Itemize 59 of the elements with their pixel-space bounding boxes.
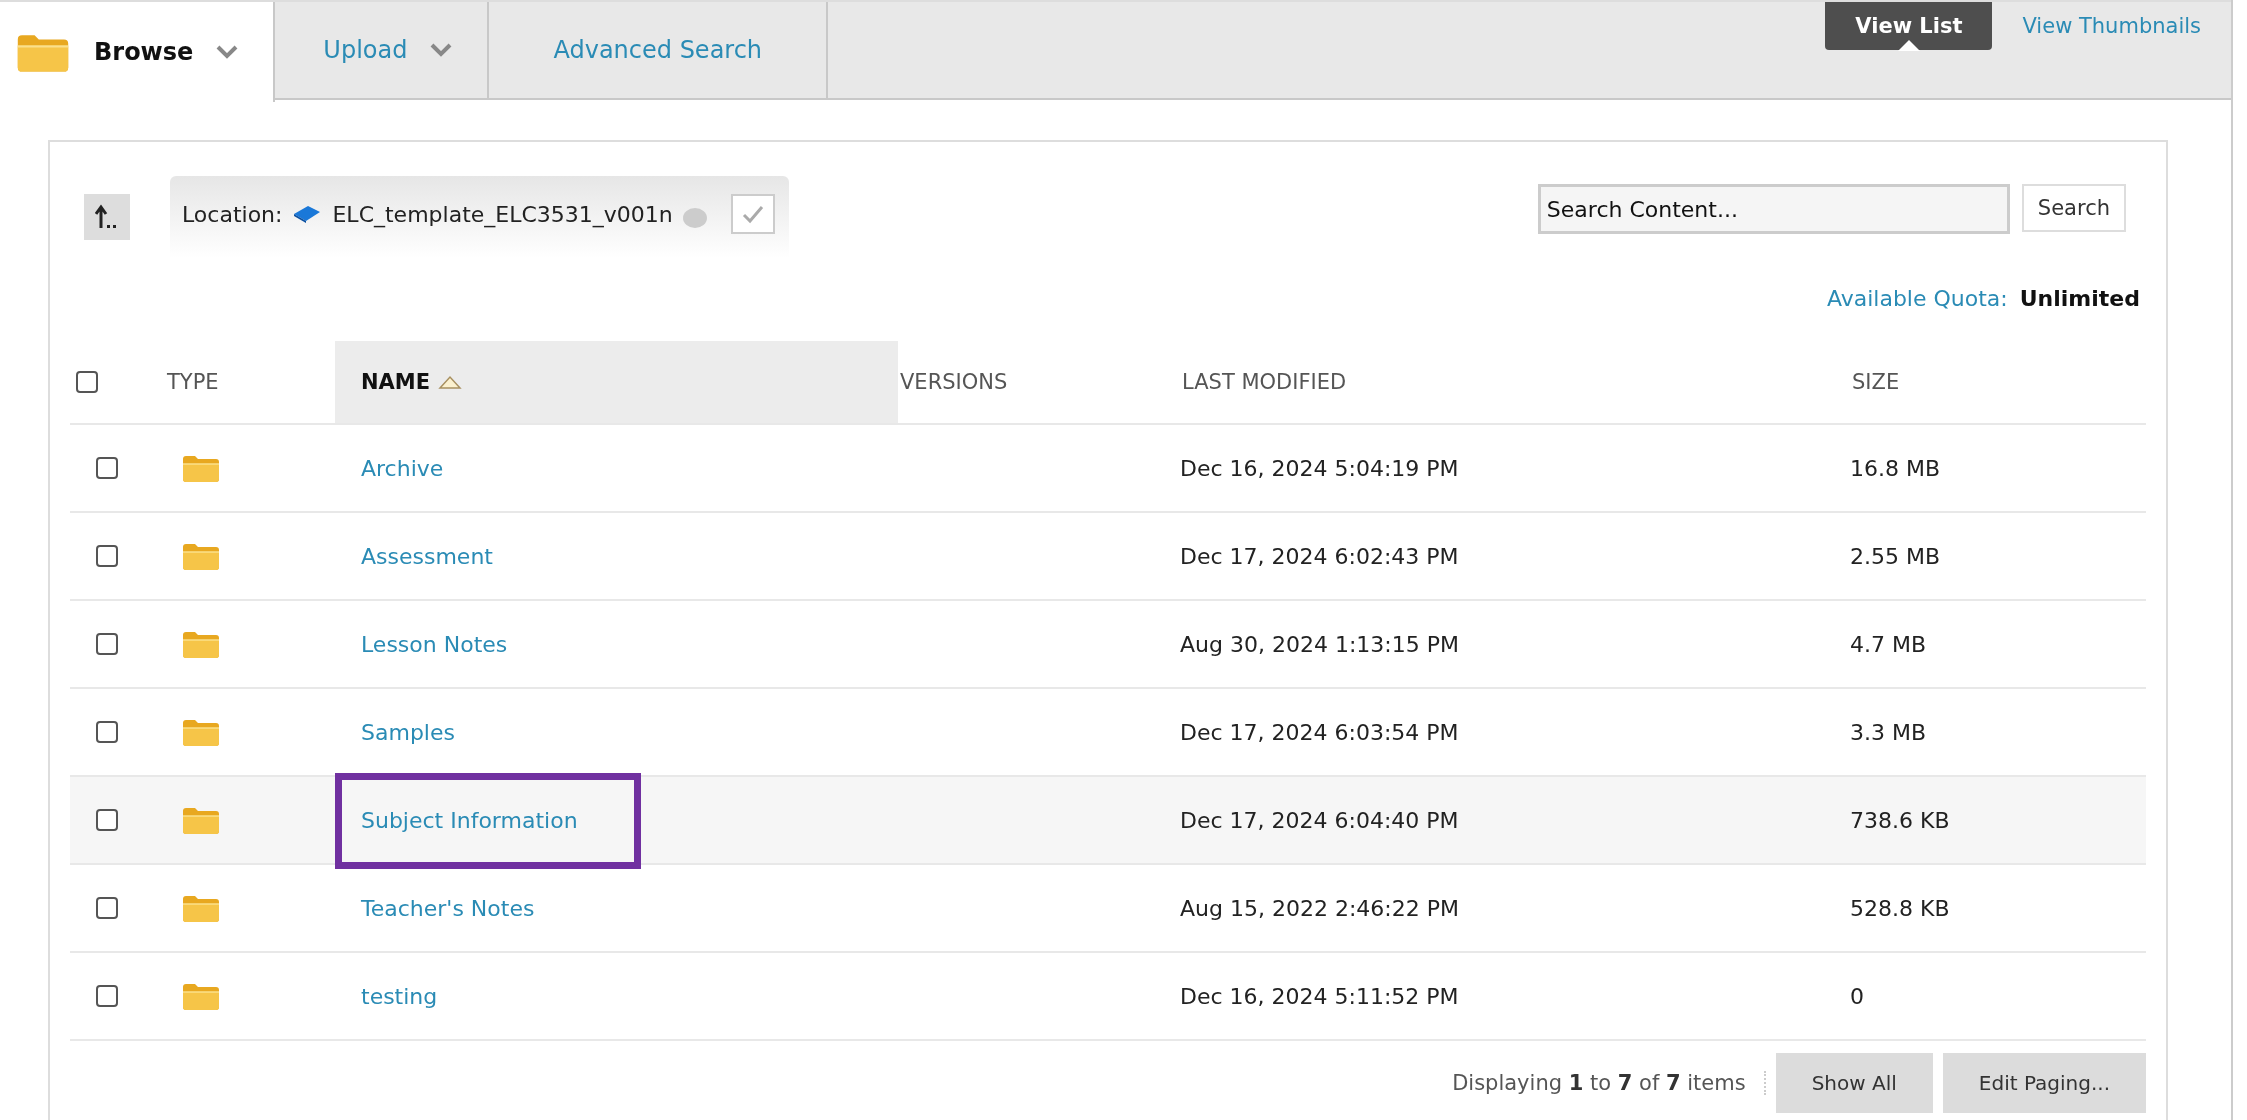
- table-cell: 0: [1850, 983, 1864, 1009]
- file-name-link[interactable]: Subject Information: [335, 807, 578, 833]
- checkbox[interactable]: [96, 985, 118, 1007]
- folder-icon: [181, 453, 221, 483]
- folder-up-button[interactable]: [84, 194, 130, 240]
- paging-summary: Displaying 1 to 7 of 7 items: [1452, 1071, 1766, 1095]
- table-cell: 2.55 MB: [1850, 543, 1941, 569]
- folder-icon: [181, 717, 221, 747]
- quota-link[interactable]: Available Quota:: [1826, 286, 2008, 311]
- select-all-checkbox[interactable]: [76, 371, 98, 393]
- location-path: ELC_template_ELC3531_v001n: [332, 201, 673, 227]
- table-cell: 3.3 MB: [1850, 719, 1927, 745]
- table-cell: Dec 16, 2024 5:11:52 PM: [1180, 983, 1459, 1009]
- folder-icon: [181, 893, 221, 923]
- view-mode-button[interactable]: View List: [1825, 2, 1993, 50]
- table-cell: Dec 17, 2024 6:02:43 PM: [1180, 543, 1459, 569]
- column-header[interactable]: VERSIONS: [898, 341, 1180, 423]
- chevron-down-icon[interactable]: [429, 42, 454, 58]
- checkbox[interactable]: [96, 633, 118, 655]
- checkbox[interactable]: [96, 809, 118, 831]
- paging-button[interactable]: Edit Paging...: [1942, 1053, 2146, 1113]
- checkmark-icon[interactable]: [740, 204, 765, 224]
- folder-icon: [181, 805, 221, 835]
- chevron-down-icon[interactable]: [215, 44, 240, 60]
- table-cell: Dec 17, 2024 6:03:54 PM: [1180, 719, 1459, 745]
- file-name-link[interactable]: Samples: [335, 719, 455, 745]
- checkbox[interactable]: [96, 897, 118, 919]
- folder-icon: [181, 541, 221, 571]
- view-mode-link[interactable]: View Thumbnails: [2022, 2, 2201, 50]
- table-cell: 738.6 KB: [1850, 807, 1950, 833]
- checkbox[interactable]: [96, 721, 118, 743]
- folder-up-icon[interactable]: [95, 204, 119, 230]
- table-cell: 528.8 KB: [1850, 895, 1950, 921]
- sort-ascending-icon: [438, 374, 463, 390]
- column-header[interactable]: LAST MODIFIED: [1180, 341, 1850, 423]
- file-name-link[interactable]: testing: [335, 983, 438, 1009]
- tab[interactable]: Browse: [0, 2, 276, 102]
- folder-icon: [181, 981, 221, 1011]
- location-label: Location:: [182, 201, 283, 227]
- table-cell: Dec 16, 2024 5:04:19 PM: [1180, 455, 1459, 481]
- table-cell: Aug 30, 2024 1:13:15 PM: [1180, 631, 1459, 657]
- table-cell: Aug 15, 2022 2:46:22 PM: [1180, 895, 1459, 921]
- paging-button[interactable]: Show All: [1775, 1053, 1933, 1113]
- column-header[interactable]: SIZE: [1850, 341, 2146, 423]
- table-cell: Dec 17, 2024 6:04:40 PM: [1180, 807, 1459, 833]
- quota-value: Unlimited: [2019, 286, 2140, 311]
- file-name-link[interactable]: Archive: [335, 455, 444, 481]
- checkbox[interactable]: [96, 545, 118, 567]
- search-field[interactable]: Search Content...: [1537, 184, 2010, 234]
- file-name-link[interactable]: Assessment: [335, 543, 493, 569]
- folder-icon: [181, 629, 221, 659]
- checkbox[interactable]: [96, 457, 118, 479]
- search-button[interactable]: Search: [2021, 184, 2126, 232]
- column-header[interactable]: NAME: [335, 341, 898, 423]
- table-cell: 16.8 MB: [1850, 455, 1941, 481]
- file-name-link[interactable]: Teacher's Notes: [335, 895, 535, 921]
- file-name-link[interactable]: Lesson Notes: [335, 631, 508, 657]
- column-header[interactable]: TYPE: [165, 341, 335, 423]
- table-cell: 4.7 MB: [1850, 631, 1927, 657]
